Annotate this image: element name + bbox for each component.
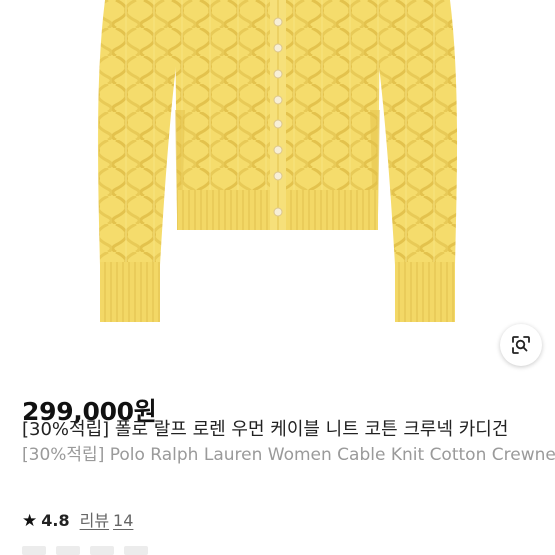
review-link[interactable]: 리뷰 14 bbox=[80, 510, 134, 532]
rating-value: 4.8 bbox=[41, 511, 70, 530]
product-title-korean[interactable]: [30%적립] 폴로 랄프 로렌 우먼 케이블 니트 코튼 크루넥 카디건 bbox=[22, 418, 555, 442]
lens-icon bbox=[512, 336, 530, 354]
cardigan-illustration bbox=[97, 0, 458, 322]
visual-search-button[interactable] bbox=[500, 324, 542, 366]
product-title-english[interactable]: [30%적립] Polo Ralph Lauren Women Cable Kn… bbox=[22, 444, 555, 466]
right-cuff bbox=[395, 262, 455, 322]
left-cuff bbox=[100, 262, 160, 322]
cutoff-content bbox=[22, 546, 148, 555]
star-icon: ★ bbox=[22, 511, 38, 531]
review-label: 리뷰 bbox=[79, 511, 110, 530]
product-image[interactable] bbox=[0, 0, 555, 385]
review-count: 14 bbox=[113, 511, 134, 530]
rating-row: ★ 4.8 리뷰 14 bbox=[22, 510, 133, 532]
